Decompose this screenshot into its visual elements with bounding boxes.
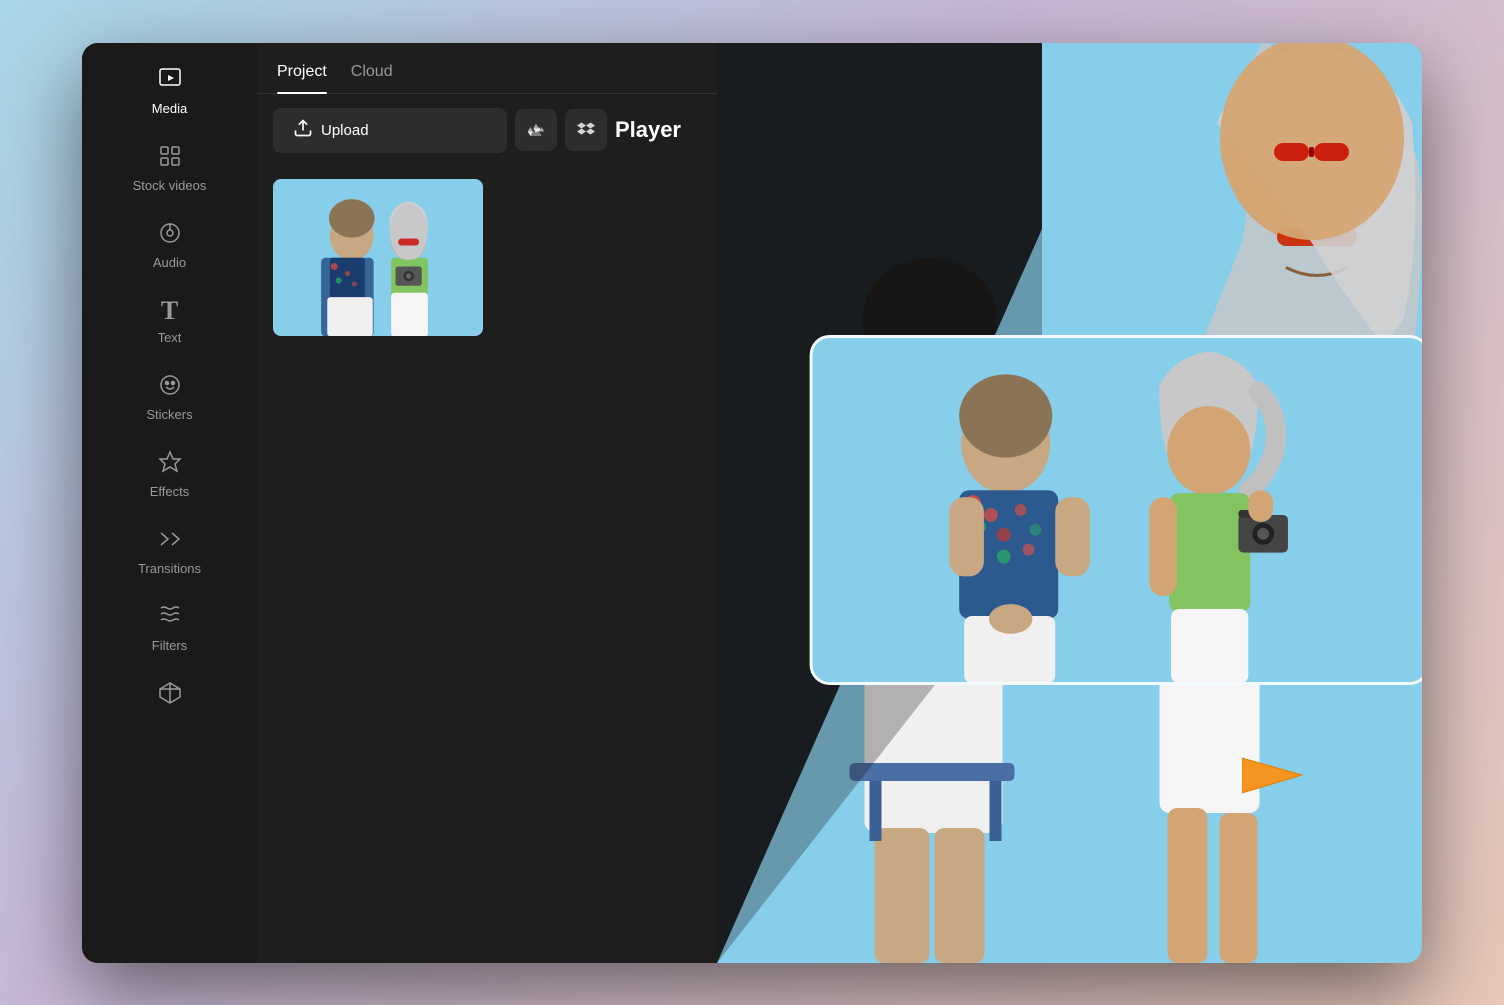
- sidebar-item-audio[interactable]: Audio: [82, 207, 257, 284]
- sidebar-item-filters[interactable]: Filters: [82, 590, 257, 667]
- upload-button[interactable]: Upload: [273, 108, 507, 153]
- sidebar-item-stickers-label: Stickers: [146, 407, 192, 422]
- sidebar-item-transitions[interactable]: Transitions: [82, 513, 257, 590]
- tabs-row: Project Cloud: [257, 43, 717, 94]
- sidebar: Media Stock videos: [82, 43, 257, 963]
- dropbox-button[interactable]: [565, 109, 607, 151]
- upload-label: Upload: [321, 122, 369, 139]
- tab-project[interactable]: Project: [277, 63, 327, 93]
- stock-videos-icon: [158, 144, 182, 172]
- player-label: Player: [615, 117, 701, 143]
- focused-clip[interactable]: [809, 335, 1422, 685]
- media-icon: [158, 67, 182, 95]
- upload-icon: [293, 118, 313, 143]
- text-icon: T: [161, 298, 178, 324]
- content-area: Project Cloud Upload: [257, 43, 1422, 963]
- player-container: [717, 43, 1422, 963]
- sidebar-item-3d[interactable]: [82, 667, 257, 723]
- sidebar-item-media[interactable]: Media: [82, 53, 257, 130]
- sidebar-item-stickers[interactable]: Stickers: [82, 359, 257, 436]
- sidebar-item-transitions-label: Transitions: [138, 561, 201, 576]
- cursor-arrow: [1242, 748, 1312, 808]
- google-drive-button[interactable]: [515, 109, 557, 151]
- media-thumbnail-1[interactable]: [273, 179, 483, 337]
- sidebar-item-media-label: Media: [152, 101, 187, 116]
- sidebar-item-effects-label: Effects: [150, 484, 190, 499]
- sidebar-item-filters-label: Filters: [152, 638, 187, 653]
- sidebar-item-text-label: Text: [158, 330, 182, 345]
- media-grid: [257, 167, 717, 349]
- sidebar-item-effects[interactable]: Effects: [82, 436, 257, 513]
- effects-icon: [158, 450, 182, 478]
- app-window: Media Stock videos: [82, 43, 1422, 963]
- audio-icon: [158, 221, 182, 249]
- toolbar: Upload Playe: [257, 94, 717, 167]
- tab-cloud[interactable]: Cloud: [351, 63, 393, 93]
- threed-icon: [158, 681, 182, 709]
- stickers-icon: [158, 373, 182, 401]
- sidebar-item-stock-videos-label: Stock videos: [133, 178, 207, 193]
- transitions-icon: [158, 527, 182, 555]
- sidebar-item-audio-label: Audio: [153, 255, 186, 270]
- sidebar-item-stock-videos[interactable]: Stock videos: [82, 130, 257, 207]
- filters-icon: [158, 604, 182, 632]
- sidebar-item-text[interactable]: T Text: [82, 284, 257, 359]
- media-panel: Project Cloud Upload: [257, 43, 717, 963]
